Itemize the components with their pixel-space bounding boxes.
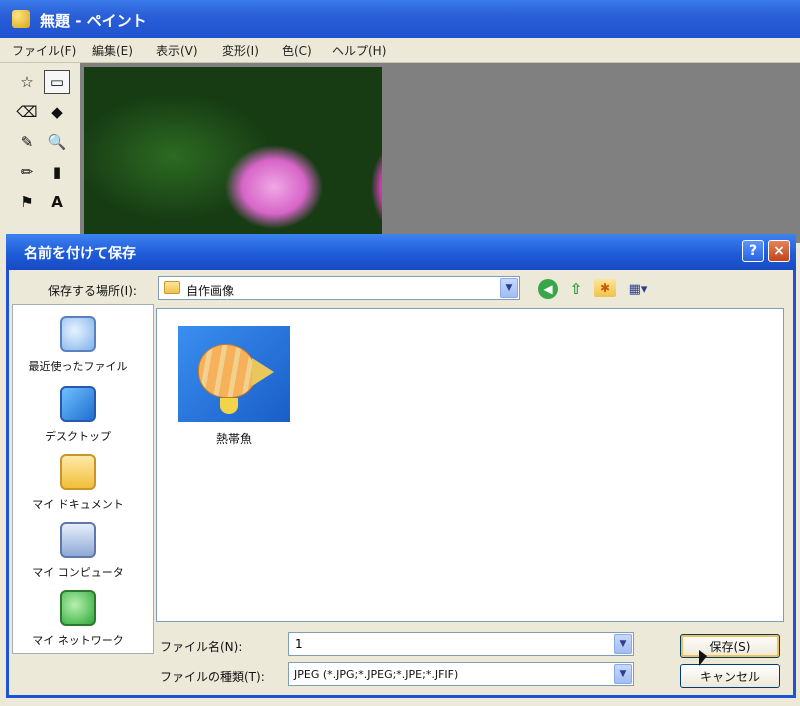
cancel-button[interactable]: キャンセル (680, 664, 780, 688)
filename-input[interactable] (288, 632, 634, 656)
free-select-icon[interactable]: ☆ (14, 70, 40, 94)
network-icon (60, 590, 96, 626)
file-name-label: 熱帯魚 (215, 432, 252, 446)
save-in-value: 自作画像 (186, 284, 235, 298)
place-recent[interactable]: 最近使ったファイル (12, 316, 144, 374)
chevron-down-icon[interactable]: ▼ (500, 278, 518, 298)
place-label: マイ ドキュメント (32, 498, 124, 511)
rect-select-icon[interactable]: ▭ (44, 70, 70, 94)
place-label: 最近使ったファイル (28, 360, 128, 373)
text-tool-icon[interactable]: A (44, 190, 70, 214)
fish-tail-shape (252, 358, 274, 386)
back-arrow-icon[interactable]: ◀ (538, 279, 558, 299)
folder-icon (164, 281, 180, 294)
place-desktop[interactable]: デスクトップ (12, 386, 144, 444)
eraser-icon[interactable]: ⌫ (14, 100, 40, 124)
file-thumbnail (178, 326, 290, 422)
file-item[interactable]: 熱帯魚 (176, 326, 296, 466)
mouse-cursor-icon (699, 650, 707, 666)
place-network[interactable]: マイ ネットワーク (12, 590, 144, 648)
filename-label: ファイル名(N): (160, 640, 243, 654)
fish-image-icon (198, 344, 256, 398)
recent-files-icon (60, 316, 96, 352)
place-documents[interactable]: マイ ドキュメント (12, 454, 144, 512)
filetype-value: JPEG (*.JPG;*.JPEG;*.JPE;*.JFIF) (294, 668, 459, 681)
canvas-image[interactable] (84, 67, 382, 237)
place-label: マイ コンピュータ (32, 566, 124, 579)
place-label: マイ ネットワーク (32, 634, 124, 647)
brush-icon[interactable]: ▮ (44, 160, 70, 184)
color-picker-icon[interactable]: ✎ (14, 130, 40, 154)
fish-fin-shape (220, 398, 238, 414)
save-in-label: 保存する場所(I): (48, 284, 137, 298)
place-label: デスクトップ (45, 430, 111, 443)
computer-icon (60, 522, 96, 558)
magnifier-icon[interactable]: 🔍 (44, 130, 70, 154)
paint-window-title: 無題 - ペイント (40, 12, 147, 30)
view-menu-icon[interactable]: ▦▾ (624, 279, 652, 299)
close-button[interactable]: × (768, 240, 790, 262)
paint-app-icon (12, 10, 30, 28)
fill-bucket-icon[interactable]: ◆ (44, 100, 70, 124)
save-button[interactable]: 保存(S) (680, 634, 780, 658)
chevron-down-icon[interactable]: ▼ (614, 664, 632, 684)
help-button[interactable]: ? (742, 240, 764, 262)
new-folder-icon[interactable]: ✱ (594, 279, 616, 297)
menu-edit[interactable]: 編集(E) (92, 42, 133, 59)
toolbox: ☆ ▭ ⌫ ◆ ✎ 🔍 ✏ ▮ ⚑ A (10, 70, 76, 240)
desktop-icon (60, 386, 96, 422)
menu-help[interactable]: ヘルプ(H) (332, 42, 386, 59)
filetype-label: ファイルの種類(T): (160, 670, 265, 684)
dialog-titlebar: 名前を付けて保存 ? × (6, 234, 796, 270)
menu-file[interactable]: ファイル(F) (12, 42, 76, 59)
paint-titlebar: 無題 - ペイント (0, 0, 800, 38)
airbrush-icon[interactable]: ⚑ (14, 190, 40, 214)
menu-image[interactable]: 変形(I) (222, 42, 259, 59)
menu-colors[interactable]: 色(C) (282, 42, 312, 59)
menu-view[interactable]: 表示(V) (156, 42, 198, 59)
chevron-down-icon[interactable]: ▼ (614, 634, 632, 654)
documents-icon (60, 454, 96, 490)
dialog-title: 名前を付けて保存 (24, 246, 136, 262)
pencil-icon[interactable]: ✏ (14, 160, 40, 184)
place-computer[interactable]: マイ コンピュータ (12, 522, 144, 580)
up-folder-icon[interactable]: ⇧ (566, 279, 586, 299)
menu-bar: ファイル(F) 編集(E) 表示(V) 変形(I) 色(C) ヘルプ(H) (0, 38, 800, 63)
